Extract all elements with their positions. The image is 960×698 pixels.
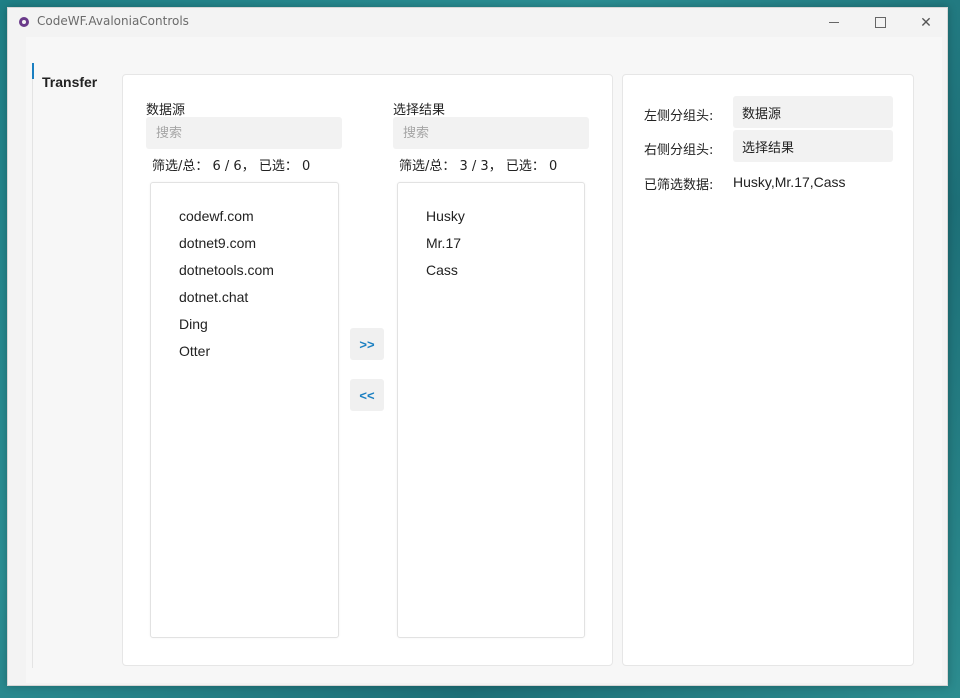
app-logo-icon [19, 17, 29, 27]
list-item[interactable]: dotnetools.com [179, 262, 274, 278]
right-header-label: 右侧分组头: [644, 143, 714, 158]
right-header-input[interactable] [733, 130, 893, 162]
nav-rail [32, 79, 33, 668]
source-list[interactable]: codewf.com dotnet9.com dotnetools.com do… [150, 182, 339, 638]
close-button[interactable]: ✕ [903, 8, 949, 37]
list-item[interactable]: Cass [426, 262, 458, 278]
left-header-label: 左侧分组头: [644, 109, 714, 124]
nav-item-transfer[interactable]: Transfer [42, 74, 97, 90]
list-item[interactable]: Mr.17 [426, 235, 461, 251]
settings-card: 左侧分组头: 右侧分组头: 已筛选数据: Husky,Mr.17,Cass [622, 74, 914, 666]
list-item[interactable]: dotnet.chat [179, 289, 248, 305]
target-list[interactable]: Husky Mr.17 Cass [397, 182, 585, 638]
close-icon: ✕ [920, 14, 932, 31]
list-item[interactable]: Otter [179, 343, 210, 359]
move-right-button[interactable]: >> [350, 328, 384, 360]
list-item[interactable]: Ding [179, 316, 208, 332]
maximize-icon [874, 17, 886, 28]
source-header: 数据源 [146, 103, 186, 118]
filtered-data-value: Husky,Mr.17,Cass [733, 174, 846, 190]
maximize-button[interactable] [857, 8, 903, 37]
left-header-input[interactable] [733, 96, 893, 128]
title-bar[interactable]: CodeWF.AvaloniaControls ✕ [8, 8, 947, 37]
list-item[interactable]: Husky [426, 208, 465, 224]
source-search-input[interactable] [146, 117, 342, 149]
nav-active-indicator [32, 63, 34, 79]
target-header: 选择结果 [393, 103, 446, 118]
minimize-icon [829, 22, 839, 23]
main-content: Transfer 数据源 筛选/总： 6 / 6， 已选： 0 codewf.c… [26, 37, 942, 683]
window-title: CodeWF.AvaloniaControls [37, 14, 189, 28]
target-search-input[interactable] [393, 117, 589, 149]
move-left-button[interactable]: << [350, 379, 384, 411]
target-stats: 筛选/总： 3 / 3， 已选： 0 [399, 159, 558, 174]
list-item[interactable]: codewf.com [179, 208, 254, 224]
app-window: CodeWF.AvaloniaControls ✕ Transfer 数据源 筛… [7, 7, 948, 686]
minimize-button[interactable] [811, 8, 857, 37]
transfer-card: 数据源 筛选/总： 6 / 6， 已选： 0 codewf.com dotnet… [122, 74, 613, 666]
list-item[interactable]: dotnet9.com [179, 235, 256, 251]
filtered-data-label: 已筛选数据: [644, 178, 714, 193]
source-stats: 筛选/总： 6 / 6， 已选： 0 [152, 159, 311, 174]
